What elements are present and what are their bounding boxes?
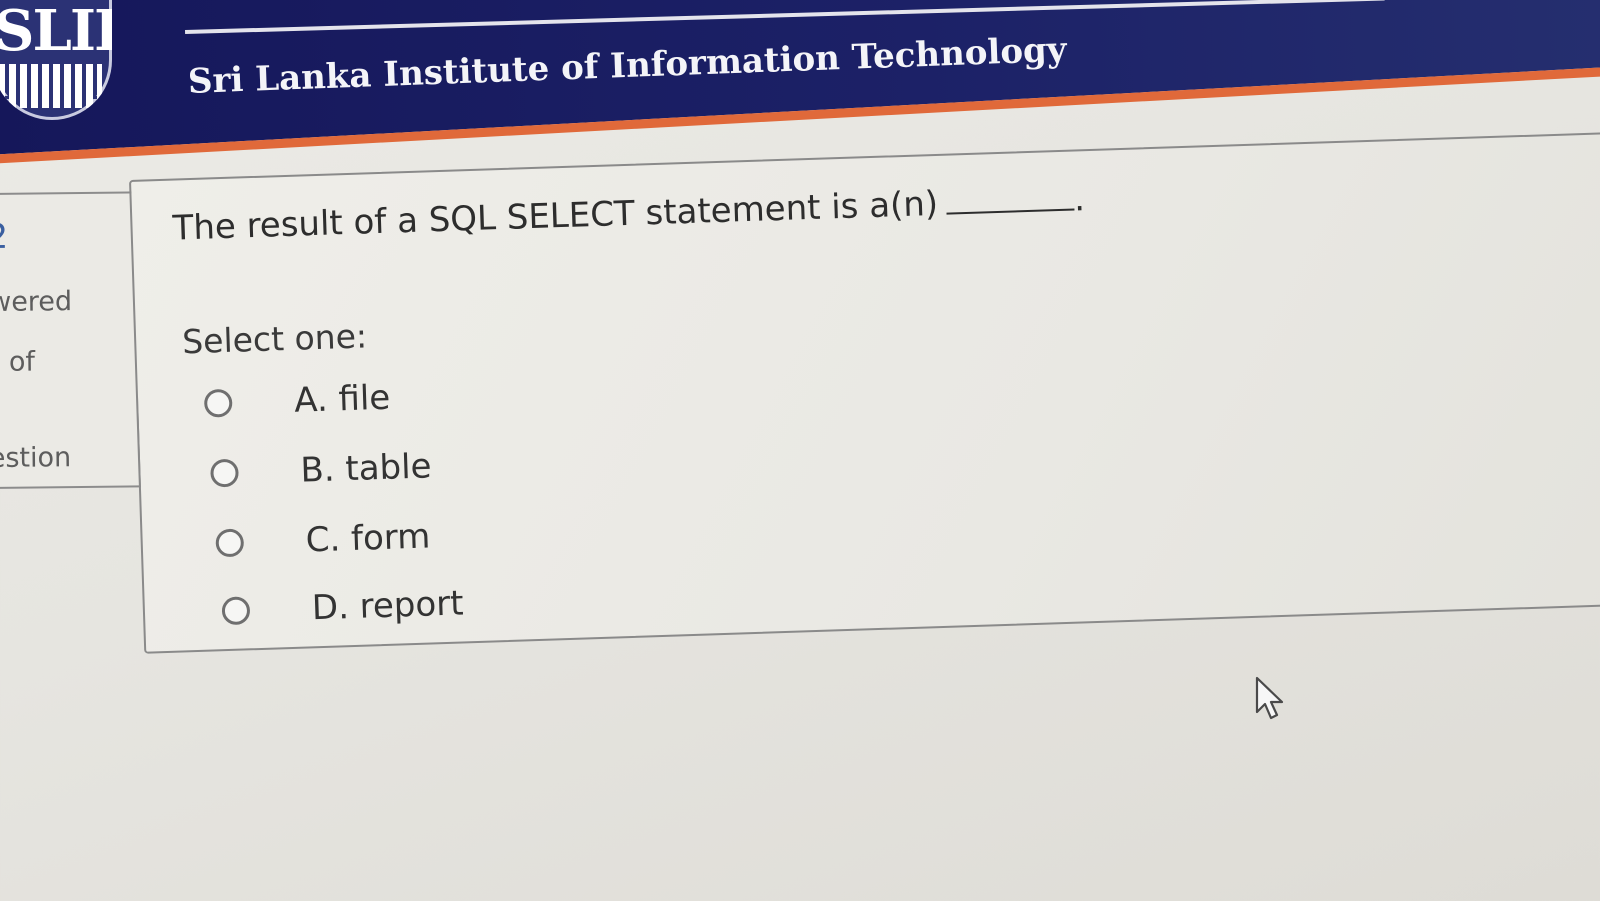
answer-blank: [946, 208, 1075, 215]
question-trailing-period: .: [1073, 179, 1086, 220]
radio-unchecked-icon[interactable]: [215, 528, 245, 558]
question-number: 2: [0, 216, 9, 258]
question-status: wered: [0, 286, 73, 318]
question-info-box: 2 wered t of estion: [0, 191, 142, 489]
question-prompt: The result of a SQL SELECT statement is …: [172, 179, 1086, 248]
option-a-label[interactable]: A. file: [294, 378, 391, 421]
question-marks: t of: [0, 346, 36, 378]
mouse-cursor-icon: [1255, 676, 1284, 720]
option-b[interactable]: B. table: [210, 444, 432, 495]
option-d[interactable]: D. report: [221, 581, 464, 633]
radio-unchecked-icon[interactable]: [203, 388, 233, 418]
question-panel: The result of a SQL SELECT statement is …: [129, 130, 1600, 654]
flag-question-link[interactable]: estion: [0, 442, 71, 474]
option-a[interactable]: A. file: [203, 376, 391, 426]
radio-unchecked-icon[interactable]: [210, 458, 239, 488]
radio-unchecked-icon[interactable]: [221, 596, 251, 626]
option-d-label[interactable]: D. report: [311, 583, 464, 628]
option-c[interactable]: C. form: [215, 514, 431, 565]
select-one-label: Select one:: [181, 316, 368, 362]
logo-text: SLIIT: [0, 0, 112, 64]
logo-emblem-grid: [0, 64, 102, 108]
option-c-label[interactable]: C. form: [305, 516, 431, 560]
sliit-logo[interactable]: SLIIT: [0, 0, 112, 120]
question-prompt-text: The result of a SQL SELECT statement is …: [171, 183, 939, 249]
option-b-label[interactable]: B. table: [300, 446, 432, 490]
